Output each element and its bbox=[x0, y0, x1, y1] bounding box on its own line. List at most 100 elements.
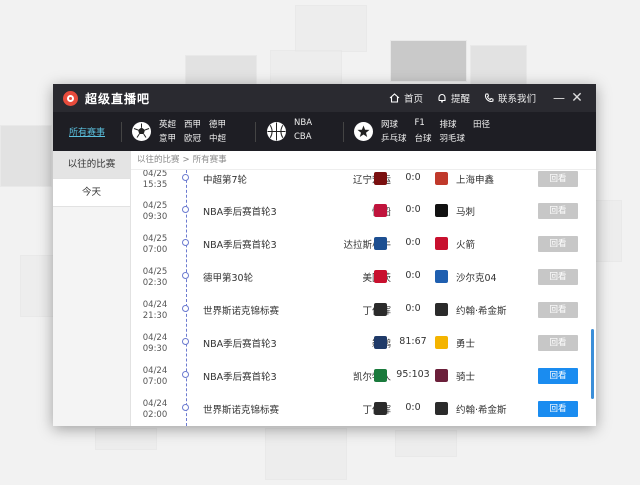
breadcrumb-root[interactable]: 以往的比赛 bbox=[137, 155, 180, 165]
match-datetime: 04/25 09:30 bbox=[137, 201, 173, 223]
title-bar: 超级直播吧 首页 提醒 联系我们 — ✕ bbox=[53, 84, 596, 112]
home-team-logo-icon bbox=[374, 270, 387, 283]
category-bar: 所有赛事 英超 意甲 西甲 欧冠 德甲 中超 NBA CBA 网球 乒乓球 F1… bbox=[53, 112, 596, 151]
match-event: NBA季后赛首轮3 bbox=[203, 372, 277, 383]
table-row: 04/2421:30世界斯诺克锦标赛丁俊晖0:0约翰·希金斯回看 bbox=[131, 296, 596, 329]
match-score: 95:103 bbox=[396, 369, 430, 380]
away-team: 马刺 bbox=[456, 207, 476, 218]
match-date: 04/24 bbox=[142, 366, 168, 376]
sport-link[interactable]: 网球 bbox=[381, 118, 407, 132]
away-team-logo-icon bbox=[435, 402, 448, 415]
match-time: 09:30 bbox=[142, 212, 168, 222]
table-row: 04/2509:30NBA季后赛首轮3快船0:0马刺回看 bbox=[131, 197, 596, 230]
background-thumbnail bbox=[270, 50, 342, 84]
league-link[interactable]: 西甲 bbox=[184, 118, 201, 132]
match-time: 02:00 bbox=[142, 410, 168, 420]
breadcrumb: 以往的比赛 > 所有赛事 bbox=[131, 151, 596, 170]
league-link[interactable]: 意甲 bbox=[159, 132, 176, 146]
home-team-logo-icon bbox=[374, 172, 387, 185]
league-link[interactable]: CBA bbox=[294, 132, 312, 146]
table-row: 04/2402:00世界斯诺克锦标赛丁俊晖0:0约翰·希金斯回看 bbox=[131, 395, 596, 426]
breadcrumb-current: 所有赛事 bbox=[192, 155, 227, 165]
sport-link[interactable]: 台球 bbox=[415, 132, 432, 146]
breadcrumb-separator: > bbox=[182, 155, 190, 165]
match-datetime: 04/25 07:00 bbox=[137, 234, 173, 256]
sidebar: 以往的比赛 今天 bbox=[53, 151, 131, 426]
scrollbar[interactable] bbox=[591, 329, 594, 399]
nav-home[interactable]: 首页 bbox=[389, 91, 423, 105]
football-leagues: 英超 意甲 西甲 欧冠 德甲 中超 bbox=[159, 118, 226, 146]
minimize-button[interactable]: — bbox=[550, 91, 568, 105]
away-team: 上海申鑫 bbox=[456, 175, 495, 186]
replay-button[interactable]: 回看 bbox=[538, 302, 578, 318]
replay-button[interactable]: 回看 bbox=[538, 368, 578, 384]
divider bbox=[255, 122, 256, 142]
replay-button[interactable]: 回看 bbox=[538, 335, 578, 351]
home-team-logo-icon bbox=[374, 402, 387, 415]
sidebar-item-past[interactable]: 以往的比赛 bbox=[53, 151, 130, 179]
close-button[interactable]: ✕ bbox=[568, 90, 586, 106]
match-event: 世界斯诺克锦标赛 bbox=[203, 405, 280, 416]
match-event: NBA季后赛首轮3 bbox=[203, 207, 277, 218]
away-team: 约翰·希金斯 bbox=[456, 405, 507, 416]
match-time: 07:00 bbox=[142, 245, 168, 255]
background-thumbnail bbox=[395, 430, 457, 457]
away-team: 约翰·希金斯 bbox=[456, 306, 507, 317]
background-thumbnail bbox=[20, 255, 57, 317]
main-content: 以往的比赛 > 所有赛事 04/25 15:35 中超第7轮 辽宁宏运 0:0 上海申鑫 回看 0… bbox=[131, 151, 596, 426]
match-time: 21:30 bbox=[142, 311, 168, 321]
match-time: 07:00 bbox=[142, 377, 168, 387]
sport-link[interactable]: 乒乓球 bbox=[381, 132, 407, 146]
replay-button[interactable]: 回看 bbox=[538, 269, 578, 285]
replay-button[interactable]: 回看 bbox=[538, 236, 578, 252]
divider bbox=[343, 122, 344, 142]
match-score: 0:0 bbox=[405, 172, 421, 183]
away-team-logo-icon bbox=[435, 270, 448, 283]
timeline-dot bbox=[182, 239, 189, 246]
football-group: 英超 意甲 西甲 欧冠 德甲 中超 bbox=[132, 112, 226, 151]
sport-link[interactable]: 排球 bbox=[440, 118, 466, 132]
match-list: 04/25 15:35 中超第7轮 辽宁宏运 0:0 上海申鑫 回看 04/25 09:30 NB… bbox=[131, 170, 596, 426]
away-team: 骑士 bbox=[456, 372, 476, 383]
nav-remind[interactable]: 提醒 bbox=[437, 91, 470, 105]
match-time: 02:30 bbox=[142, 278, 168, 288]
match-date: 04/24 bbox=[142, 399, 168, 409]
match-date: 04/25 bbox=[142, 267, 168, 277]
background-thumbnail bbox=[470, 45, 527, 87]
match-date: 04/25 bbox=[142, 234, 168, 244]
replay-button[interactable]: 回看 bbox=[538, 401, 578, 417]
league-link[interactable]: 中超 bbox=[209, 132, 226, 146]
replay-button[interactable]: 回看 bbox=[538, 171, 578, 187]
top-nav: 首页 提醒 联系我们 — ✕ bbox=[389, 84, 596, 112]
basketball-group: NBA CBA bbox=[267, 112, 312, 151]
all-events-link[interactable]: 所有赛事 bbox=[69, 125, 105, 138]
nav-remind-label: 提醒 bbox=[450, 94, 470, 105]
match-time: 09:30 bbox=[142, 344, 168, 354]
sport-link[interactable]: 羽毛球 bbox=[440, 132, 466, 146]
match-date: 04/25 bbox=[142, 170, 168, 179]
nav-contact[interactable]: 联系我们 bbox=[484, 91, 536, 105]
other-sports-group: 网球 乒乓球 F1 台球 排球 羽毛球 田径 bbox=[354, 112, 490, 151]
league-link[interactable]: 英超 bbox=[159, 118, 176, 132]
match-datetime: 04/25 02:30 bbox=[137, 267, 173, 289]
background-thumbnail bbox=[390, 40, 467, 82]
league-link[interactable]: 德甲 bbox=[209, 118, 226, 132]
phone-icon bbox=[484, 93, 494, 102]
table-row: 04/25 15:35 中超第7轮 辽宁宏运 0:0 上海申鑫 回看 bbox=[131, 170, 596, 198]
match-datetime: 04/24 21:30 bbox=[137, 300, 173, 322]
app-window: 超级直播吧 首页 提醒 联系我们 — ✕ 所有赛事 英超 意甲 西甲 欧冠 德甲… bbox=[53, 84, 596, 426]
sport-link[interactable]: 田径 bbox=[473, 118, 490, 132]
match-score: 0:0 bbox=[405, 303, 421, 314]
sidebar-item-today[interactable]: 今天 bbox=[53, 179, 130, 207]
sport-link[interactable]: F1 bbox=[415, 118, 432, 132]
league-link[interactable]: 欧冠 bbox=[184, 132, 201, 146]
timeline-dot bbox=[182, 174, 189, 181]
away-team-logo-icon bbox=[435, 172, 448, 185]
home-team-logo-icon bbox=[374, 303, 387, 316]
timeline-dot bbox=[182, 305, 189, 312]
league-link[interactable]: NBA bbox=[294, 118, 312, 132]
timeline-dot bbox=[182, 272, 189, 279]
timeline-dot bbox=[182, 371, 189, 378]
home-icon bbox=[389, 93, 400, 103]
replay-button[interactable]: 回看 bbox=[538, 203, 578, 219]
